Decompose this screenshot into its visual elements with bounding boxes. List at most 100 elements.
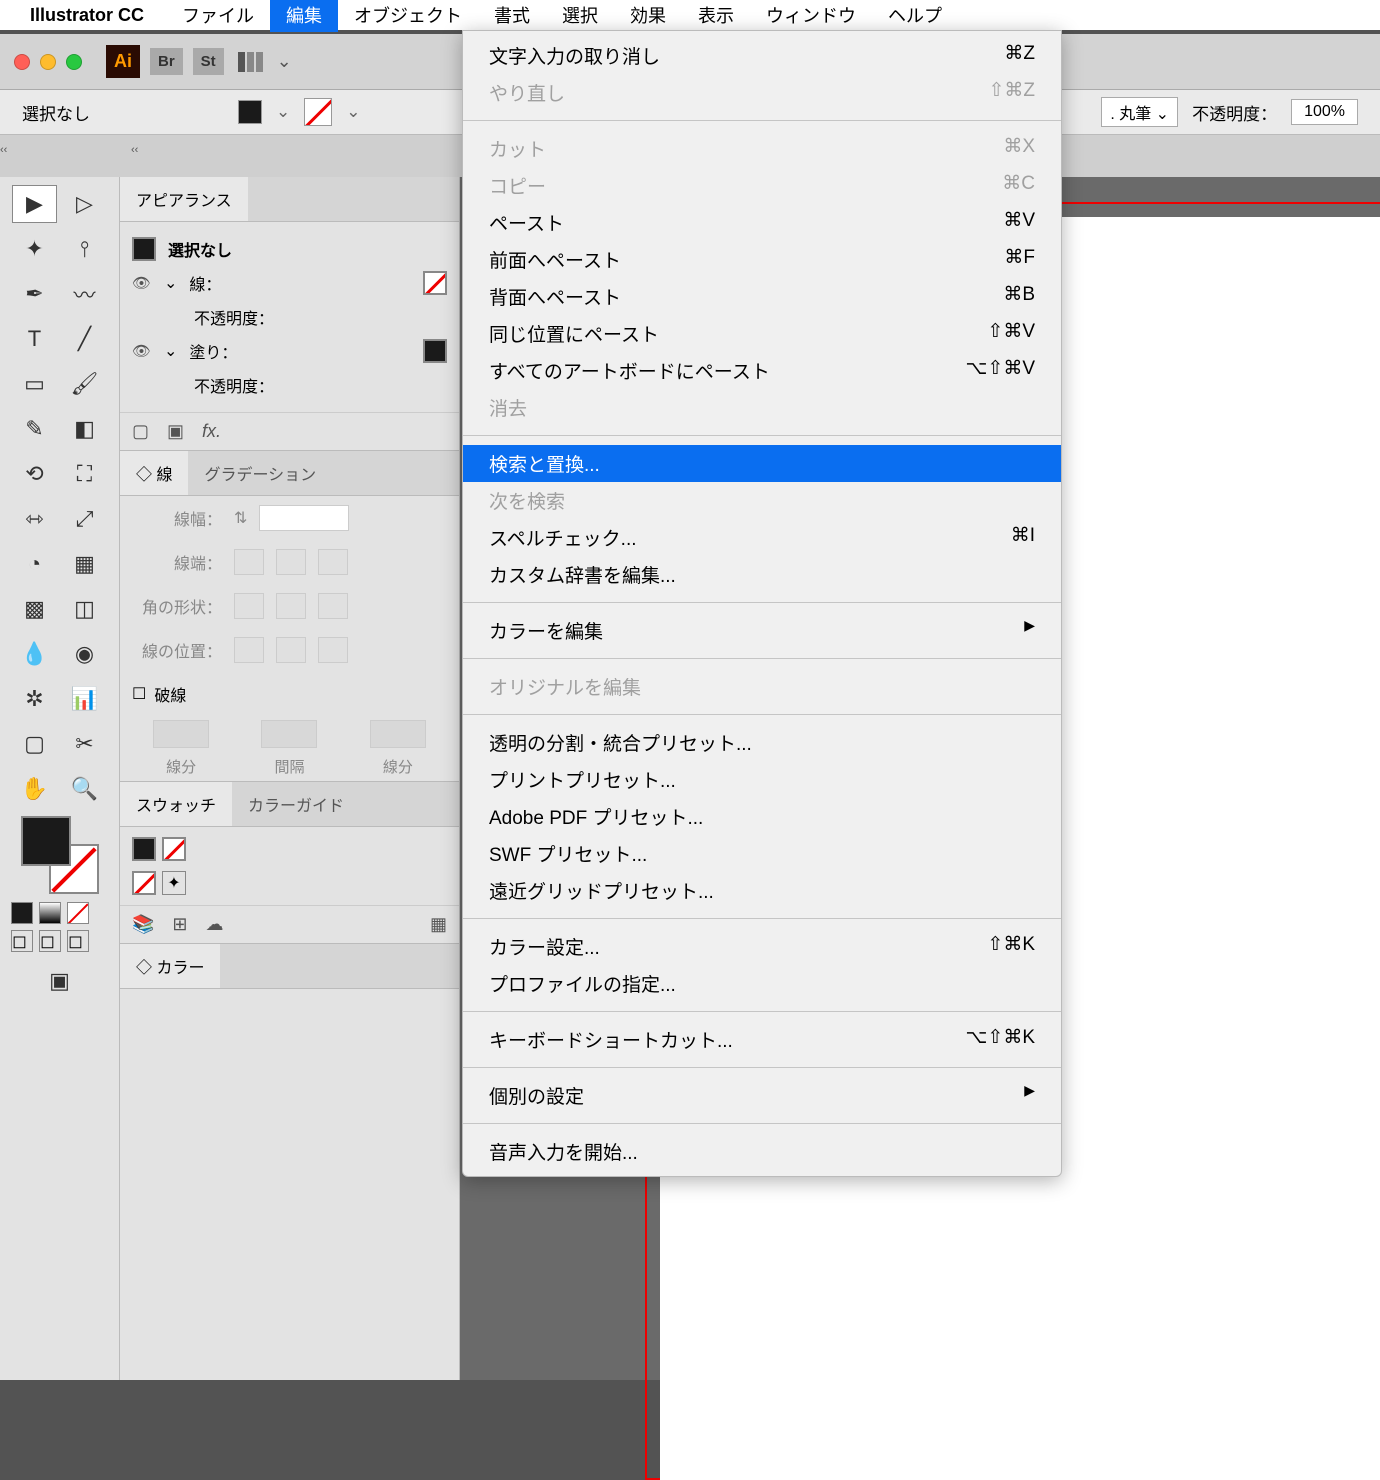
gradient-tab[interactable]: グラデーション — [188, 451, 332, 495]
menuitem-文字入力の取り消し[interactable]: 文字入力の取り消し⌘Z — [463, 37, 1061, 74]
collapse-tools-icon[interactable]: ‹‹ — [0, 137, 15, 175]
swatch-none[interactable] — [132, 871, 156, 895]
collapse-panels-icon[interactable]: ‹‹ — [131, 137, 146, 175]
fill-swatch[interactable] — [238, 100, 262, 124]
swatch-item[interactable] — [132, 837, 156, 861]
appearance-tab[interactable]: アピアランス — [120, 177, 248, 221]
color-mode-icon[interactable] — [11, 902, 33, 924]
menu-view[interactable]: 表示 — [682, 0, 750, 32]
opacity-value[interactable]: 100% — [1291, 99, 1358, 125]
arrange-documents-icon[interactable] — [234, 48, 267, 76]
app-name[interactable]: Illustrator CC — [30, 5, 144, 26]
menuitem-個別の設定[interactable]: 個別の設定▶ — [463, 1077, 1061, 1114]
menu-help[interactable]: ヘルプ — [872, 0, 958, 32]
width-tool[interactable]: ⇿ — [12, 500, 57, 538]
perspective-tool[interactable]: ▦ — [62, 545, 107, 583]
minimize-icon[interactable] — [40, 54, 56, 70]
align-outside[interactable] — [318, 637, 348, 663]
draw-inside-icon[interactable]: ◻ — [67, 930, 89, 952]
menu-select[interactable]: 選択 — [546, 0, 614, 32]
corner-bevel[interactable] — [318, 593, 348, 619]
corner-miter[interactable] — [234, 593, 264, 619]
new-stroke-icon[interactable]: ▢ — [132, 421, 149, 442]
registration-swatch[interactable]: ✦ — [162, 871, 186, 895]
color-guide-tab[interactable]: カラーガイド — [232, 782, 360, 826]
menu-edit[interactable]: 編集 — [270, 0, 338, 32]
eraser-tool[interactable]: ◧ — [62, 410, 107, 448]
mesh-tool[interactable]: ▩ — [12, 590, 57, 628]
menuitem-音声入力を開始[interactable]: 音声入力を開始... — [463, 1133, 1061, 1170]
slice-tool[interactable]: ✂ — [62, 725, 107, 763]
menuitem-カラー設定[interactable]: カラー設定...⇧⌘K — [463, 928, 1061, 965]
menuitem-カラーを編集[interactable]: カラーを編集▶ — [463, 612, 1061, 649]
menuitem-背面へペースト[interactable]: 背面へペースト⌘B — [463, 278, 1061, 315]
draw-normal-icon[interactable]: ◻ — [11, 930, 33, 952]
stock-button[interactable]: St — [193, 48, 224, 75]
type-tool[interactable]: T — [12, 320, 57, 358]
visibility-icon[interactable]: 👁 — [132, 274, 152, 292]
fx-button[interactable]: fx. — [202, 421, 221, 442]
hand-tool[interactable]: ✋ — [12, 770, 57, 808]
menuitem-同じ位置にペースト[interactable]: 同じ位置にペースト⇧⌘V — [463, 315, 1061, 352]
visibility-icon[interactable]: 👁 — [132, 342, 152, 360]
cap-round[interactable] — [276, 549, 306, 575]
stroke-tab[interactable]: ◇ 線 — [120, 451, 188, 495]
align-center[interactable] — [234, 637, 264, 663]
menuitem-ペースト[interactable]: ペースト⌘V — [463, 204, 1061, 241]
line-tool[interactable]: ╱ — [62, 320, 107, 358]
menuitem-すべてのアートボードにペースト[interactable]: すべてのアートボードにペースト⌥⇧⌘V — [463, 352, 1061, 389]
maximize-icon[interactable] — [66, 54, 82, 70]
menuitem-キーボードショートカット[interactable]: キーボードショートカット...⌥⇧⌘K — [463, 1021, 1061, 1058]
swatch-kind-icon[interactable]: ⊞ — [172, 914, 187, 935]
menuitem-スペルチェック[interactable]: スペルチェック...⌘I — [463, 519, 1061, 556]
free-transform-tool[interactable]: ⤢ — [62, 500, 107, 538]
menuitem-前面へペースト[interactable]: 前面へペースト⌘F — [463, 241, 1061, 278]
menuitem-swfプリセット[interactable]: SWF プリセット... — [463, 835, 1061, 872]
blend-tool[interactable]: ◉ — [62, 635, 107, 673]
menuitem-adobepdfプリセット[interactable]: Adobe PDF プリセット... — [463, 798, 1061, 835]
eyedropper-tool[interactable]: 💧 — [12, 635, 57, 673]
gradient-mode-icon[interactable] — [39, 902, 61, 924]
cap-projecting[interactable] — [318, 549, 348, 575]
rotate-tool[interactable]: ⟲ — [12, 455, 57, 493]
draw-behind-icon[interactable]: ◻ — [39, 930, 61, 952]
menuitem-検索と置換[interactable]: 検索と置換... — [463, 445, 1061, 482]
curvature-tool[interactable]: 〰 — [62, 275, 107, 313]
stroke-width-input[interactable] — [259, 505, 349, 531]
screen-mode-icon[interactable]: ▣ — [37, 962, 82, 1000]
zoom-tool[interactable]: 🔍 — [62, 770, 107, 808]
direct-selection-tool[interactable]: ▷ — [62, 185, 107, 223]
swatch-none[interactable] — [162, 837, 186, 861]
menu-object[interactable]: オブジェクト — [338, 0, 478, 32]
gradient-tool[interactable]: ◫ — [62, 590, 107, 628]
dashed-checkbox[interactable]: ☐ — [132, 684, 146, 704]
color-tab[interactable]: ◇ カラー — [120, 944, 220, 988]
new-fill-icon[interactable]: ▣ — [167, 421, 184, 442]
fill-value-swatch[interactable] — [423, 339, 447, 363]
stroke-swatch[interactable] — [304, 98, 332, 126]
selection-tool[interactable]: ▶ — [12, 185, 57, 223]
bridge-button[interactable]: Br — [150, 48, 183, 75]
cap-butt[interactable] — [234, 549, 264, 575]
corner-round[interactable] — [276, 593, 306, 619]
lasso-tool[interactable]: ⫯ — [62, 230, 107, 268]
menu-file[interactable]: ファイル — [166, 0, 270, 32]
menuitem-透明の分割・統合プリセット[interactable]: 透明の分割・統合プリセット... — [463, 724, 1061, 761]
stroke-value-swatch[interactable] — [423, 271, 447, 295]
graph-tool[interactable]: 📊 — [62, 680, 107, 718]
rectangle-tool[interactable]: ▭ — [12, 365, 57, 403]
paintbrush-tool[interactable]: 🖌 — [62, 365, 107, 403]
menu-window[interactable]: ウィンドウ — [750, 0, 872, 32]
menu-effect[interactable]: 効果 — [614, 0, 682, 32]
fill-stroke-control[interactable] — [21, 816, 99, 894]
menu-type[interactable]: 書式 — [478, 0, 546, 32]
stroke-width-stepper[interactable]: ⇅ — [234, 508, 247, 528]
scale-tool[interactable]: ⛶ — [62, 455, 107, 493]
pen-tool[interactable]: ✒ — [12, 275, 57, 313]
artboard-tool[interactable]: ▢ — [12, 725, 57, 763]
symbol-sprayer-tool[interactable]: ✲ — [12, 680, 57, 718]
align-inside[interactable] — [276, 637, 306, 663]
close-icon[interactable] — [14, 54, 30, 70]
swatch-lib-icon[interactable]: 📚 — [132, 914, 154, 935]
menuitem-遠近グリッドプリセット[interactable]: 遠近グリッドプリセット... — [463, 872, 1061, 909]
